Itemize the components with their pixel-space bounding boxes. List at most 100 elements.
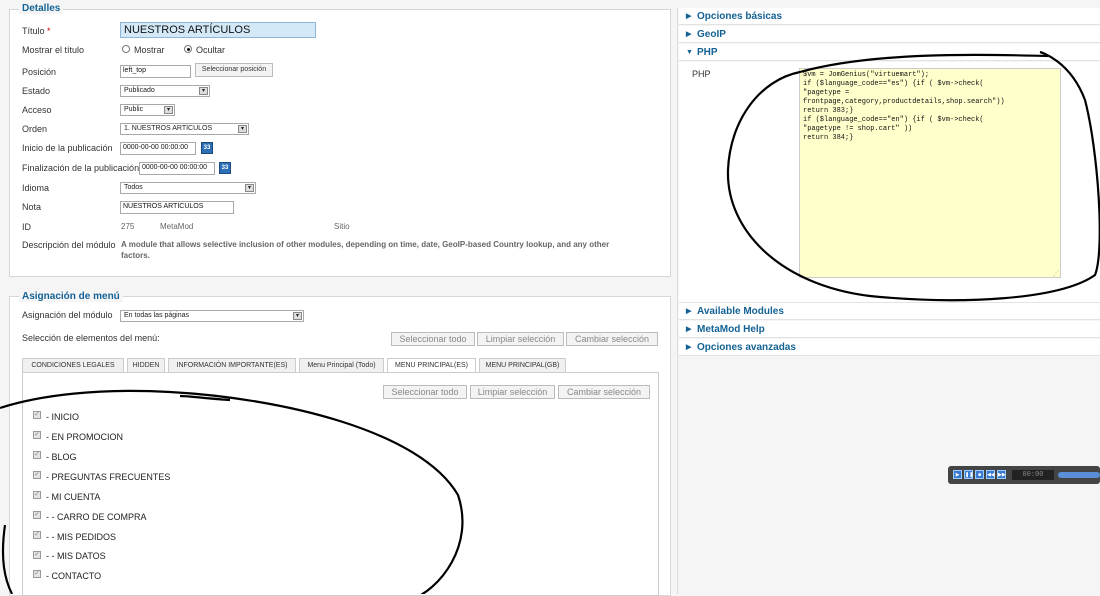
mostrar-radio[interactable] <box>122 45 130 53</box>
seleccion-label: Selección de elementos del menú: <box>22 333 160 343</box>
accordion-label: Available Modules <box>697 306 784 317</box>
tab-condiciones-legales[interactable]: CONDICIONES LEGALES <box>22 358 124 372</box>
expand-arrow-icon: ▶ <box>686 326 692 333</box>
menu-item-label: - EN PROMOCION <box>46 432 124 442</box>
menu-item-label: - CONTACTO <box>46 571 102 581</box>
inicio-input[interactable]: 0000-00-00 00:00:00 <box>120 142 196 155</box>
pause-icon[interactable]: ❚❚ <box>964 470 973 479</box>
estado-label: Estado <box>22 86 51 96</box>
accordion-label: Opciones básicas <box>697 11 783 22</box>
tab-select-all-button[interactable]: Seleccionar todo <box>383 385 467 399</box>
menu-item-checkbox[interactable]: ✓ <box>33 570 41 578</box>
tab-clear-selection-button[interactable]: Limpiar selección <box>470 385 555 399</box>
tab-toggle-selection-button[interactable]: Cambiar selección <box>558 385 650 399</box>
menu-item-label: - - MIS DATOS <box>46 551 106 561</box>
php-code-textarea[interactable]: $vm = JomGenius("virtuemart"); if ($lang… <box>799 68 1061 278</box>
play-icon[interactable]: ▶ <box>953 470 962 479</box>
ocultar-option-label: Ocultar <box>196 45 226 55</box>
menu-item-label: - BLOG <box>46 452 77 462</box>
menu-assignment-legend: Asignación de menú <box>19 291 123 302</box>
acceso-label: Acceso <box>22 105 52 115</box>
dropdown-arrow-icon: ▾ <box>238 125 247 133</box>
orden-value: 1. NUESTROS ARTÍCULOS <box>124 125 213 132</box>
dropdown-arrow-icon: ▾ <box>199 87 208 95</box>
descripcion-value-line1: A module that allows selective inclusion… <box>121 240 610 249</box>
descripcion-label: Descripción del módulo <box>22 240 116 250</box>
idioma-select[interactable]: Todos ▾ <box>120 182 256 194</box>
descripcion-value-line2: factors. <box>121 251 150 260</box>
inicio-label: Inicio de la publicación <box>22 143 113 153</box>
menu-item-checkbox[interactable]: ✓ <box>33 491 41 499</box>
fin-input[interactable]: 0000-00-00 00:00:00 <box>139 162 215 175</box>
rewind-icon[interactable]: ◀◀ <box>986 470 995 479</box>
tab-content <box>22 372 659 596</box>
idioma-label: Idioma <box>22 183 50 193</box>
estado-select[interactable]: Publicado ▾ <box>120 85 210 97</box>
details-legend: Detalles <box>19 3 64 14</box>
acceso-select[interactable]: Public ▾ <box>120 104 175 116</box>
player-time: 00:00 <box>1012 470 1054 480</box>
required-mark: * <box>47 26 51 36</box>
accordion-available-modules[interactable]: ▶ Available Modules <box>679 303 1100 320</box>
id-label: ID <box>22 222 31 232</box>
tab-menu-principal-todo[interactable]: Menu Principal (Todo) <box>299 358 384 372</box>
accordion-opciones-avanzadas[interactable]: ▶ Opciones avanzadas <box>679 339 1100 356</box>
toggle-selection-button[interactable]: Cambiar selección <box>566 332 658 346</box>
tab-hidden[interactable]: HIDDEN <box>127 358 165 372</box>
media-player: ▶ ❚❚ ■ ◀◀ ▶▶ 00:00 <box>948 466 1100 484</box>
posicion-input[interactable]: left_top <box>120 65 191 78</box>
id-value: 275 <box>121 222 135 231</box>
menu-item-label: - INICIO <box>46 412 79 422</box>
tab-menu-principal-es[interactable]: MENU PRINCIPAL(ES) <box>387 358 476 373</box>
resize-grip-icon[interactable]: ⋰ <box>1053 270 1059 277</box>
menu-item-label: - - MIS PEDIDOS <box>46 532 117 542</box>
dropdown-arrow-icon: ▾ <box>245 184 254 192</box>
expand-arrow-icon: ▶ <box>686 344 692 351</box>
menu-item-checkbox[interactable]: ✓ <box>33 471 41 479</box>
menu-item-checkbox[interactable]: ✓ <box>33 411 41 419</box>
stop-icon[interactable]: ■ <box>975 470 984 479</box>
menu-item-label: - - CARRO DE COMPRA <box>46 512 147 522</box>
tab-informacion-importante[interactable]: INFORMACIÓN IMPORTANTE(ES) <box>168 358 296 372</box>
fin-label: Finalización de la publicación <box>22 163 140 173</box>
mostrar-option-label: Mostrar <box>134 45 165 55</box>
menu-item-checkbox[interactable]: ✓ <box>33 531 41 539</box>
asignacion-select[interactable]: En todas las páginas ▾ <box>120 310 304 322</box>
menu-item-checkbox[interactable]: ✓ <box>33 431 41 439</box>
expand-arrow-icon: ▶ <box>686 31 692 38</box>
accordion-metamod-help[interactable]: ▶ MetaMod Help <box>679 321 1100 338</box>
accordion-label: Opciones avanzadas <box>697 342 796 353</box>
calendar-icon[interactable]: 33 <box>219 162 231 174</box>
select-all-button[interactable]: Seleccionar todo <box>391 332 475 346</box>
menu-item-checkbox[interactable]: ✓ <box>33 551 41 559</box>
ocultar-radio[interactable] <box>184 45 192 53</box>
accordion-geoip[interactable]: ▶ GeoIP <box>679 26 1100 43</box>
orden-label: Orden <box>22 124 48 134</box>
accordion-php[interactable]: ▼ PHP <box>679 44 1100 61</box>
menu-item-checkbox[interactable]: ✓ <box>33 511 41 519</box>
menu-item-label: - PREGUNTAS FRECUENTES <box>46 472 171 482</box>
clear-selection-button[interactable]: Limpiar selección <box>477 332 564 346</box>
calendar-icon[interactable]: 33 <box>201 142 213 154</box>
acceso-value: Public <box>124 106 144 113</box>
asignacion-value: En todas las páginas <box>124 312 189 319</box>
forward-icon[interactable]: ▶▶ <box>997 470 1006 479</box>
player-progress-bar[interactable] <box>1058 472 1100 478</box>
menu-item-checkbox[interactable]: ✓ <box>33 451 41 459</box>
titulo-label: Título * <box>22 26 51 36</box>
titulo-input[interactable]: NUESTROS ARTÍCULOS <box>120 22 316 38</box>
php-label: PHP <box>692 69 711 79</box>
module-type: MetaMod <box>160 222 194 231</box>
nota-input[interactable]: NUESTROS ARTÍCULOS <box>120 201 234 214</box>
dropdown-arrow-icon: ▾ <box>164 106 173 114</box>
seleccionar-posicion-button[interactable]: Seleccionar posición <box>195 63 273 77</box>
accordion-label: GeoIP <box>697 29 726 40</box>
accordion-opciones-basicas[interactable]: ▶ Opciones básicas <box>679 8 1100 25</box>
menu-item-label: - MI CUENTA <box>46 492 101 502</box>
orden-select[interactable]: 1. NUESTROS ARTÍCULOS ▾ <box>120 123 249 135</box>
mostrar-titulo-label: Mostrar el título <box>22 45 85 55</box>
asignacion-label: Asignación del módulo <box>22 310 113 320</box>
accordion-label: PHP <box>697 47 718 58</box>
dropdown-arrow-icon: ▾ <box>293 312 302 320</box>
tab-menu-principal-gb[interactable]: MENU PRINCIPAL(GB) <box>479 358 566 372</box>
